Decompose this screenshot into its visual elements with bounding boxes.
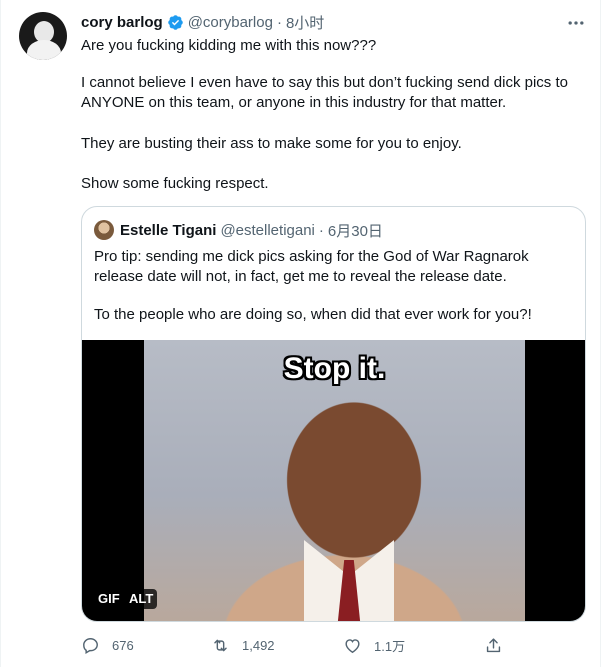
tweet-paragraph: I cannot believe I even have to say this…: [81, 74, 568, 111]
quoted-tweet-timestamp: 6月30日: [327, 222, 383, 240]
reply-count: 676: [112, 637, 134, 653]
quoted-author-name: Estelle Tigani: [120, 221, 217, 239]
author-avatar[interactable]: [19, 12, 67, 60]
alt-badge[interactable]: ALT: [125, 589, 158, 609]
verified-badge-icon: [167, 14, 183, 30]
like-button[interactable]: 1.1万: [343, 634, 405, 656]
tweet-paragraph: They are busting their ass to make some …: [81, 135, 462, 152]
quoted-paragraph: To the people who are doing so, when did…: [94, 306, 532, 323]
tweet-timestamp[interactable]: 8小时: [286, 12, 324, 33]
gif-caption: Stop it.: [283, 352, 386, 385]
reply-button[interactable]: 676: [81, 634, 134, 656]
header-separator: ·: [276, 13, 282, 31]
retweet-icon: [214, 639, 227, 651]
heart-icon: [345, 638, 360, 653]
author-handle[interactable]: @corybarlog: [188, 14, 273, 31]
tweet-header: cory barlog @corybarlog · 8小时: [81, 12, 324, 32]
quoted-header-separator: ·: [318, 221, 324, 239]
gif-badge: GIF: [94, 589, 124, 609]
like-count: 1.1万: [374, 638, 406, 654]
author-name[interactable]: cory barlog: [81, 14, 163, 31]
quoted-author-avatar: [94, 220, 114, 240]
retweet-button[interactable]: 1,492: [211, 634, 275, 656]
more-horizontal-icon[interactable]: [566, 13, 586, 33]
tweet-card: cory barlog @corybarlog · 8小时 Are you fu…: [0, 0, 601, 667]
retweet-count: 1,492: [242, 637, 275, 653]
gif-media[interactable]: Stop it. GIF ALT: [82, 340, 585, 621]
tweet-paragraph: Show some fucking respect.: [81, 175, 269, 192]
quoted-paragraph: Pro tip: sending me dick pics asking for…: [94, 248, 529, 285]
quoted-tweet[interactable]: Estelle Tigani @estelletigani · 6月30日 Pr…: [81, 206, 586, 622]
tweet-actions: 676 1,492 1.1万: [81, 634, 501, 656]
avatar-body: [27, 40, 61, 60]
reply-icon: [83, 637, 98, 654]
share-icon: [486, 637, 501, 652]
quoted-tweet-header: Estelle Tigani @estelletigani · 6月30日: [120, 220, 383, 240]
share-button[interactable]: [484, 634, 515, 656]
quoted-author-handle: @estelletigani: [220, 221, 315, 239]
tweet-paragraph: Are you fucking kidding me with this now…: [81, 37, 377, 54]
